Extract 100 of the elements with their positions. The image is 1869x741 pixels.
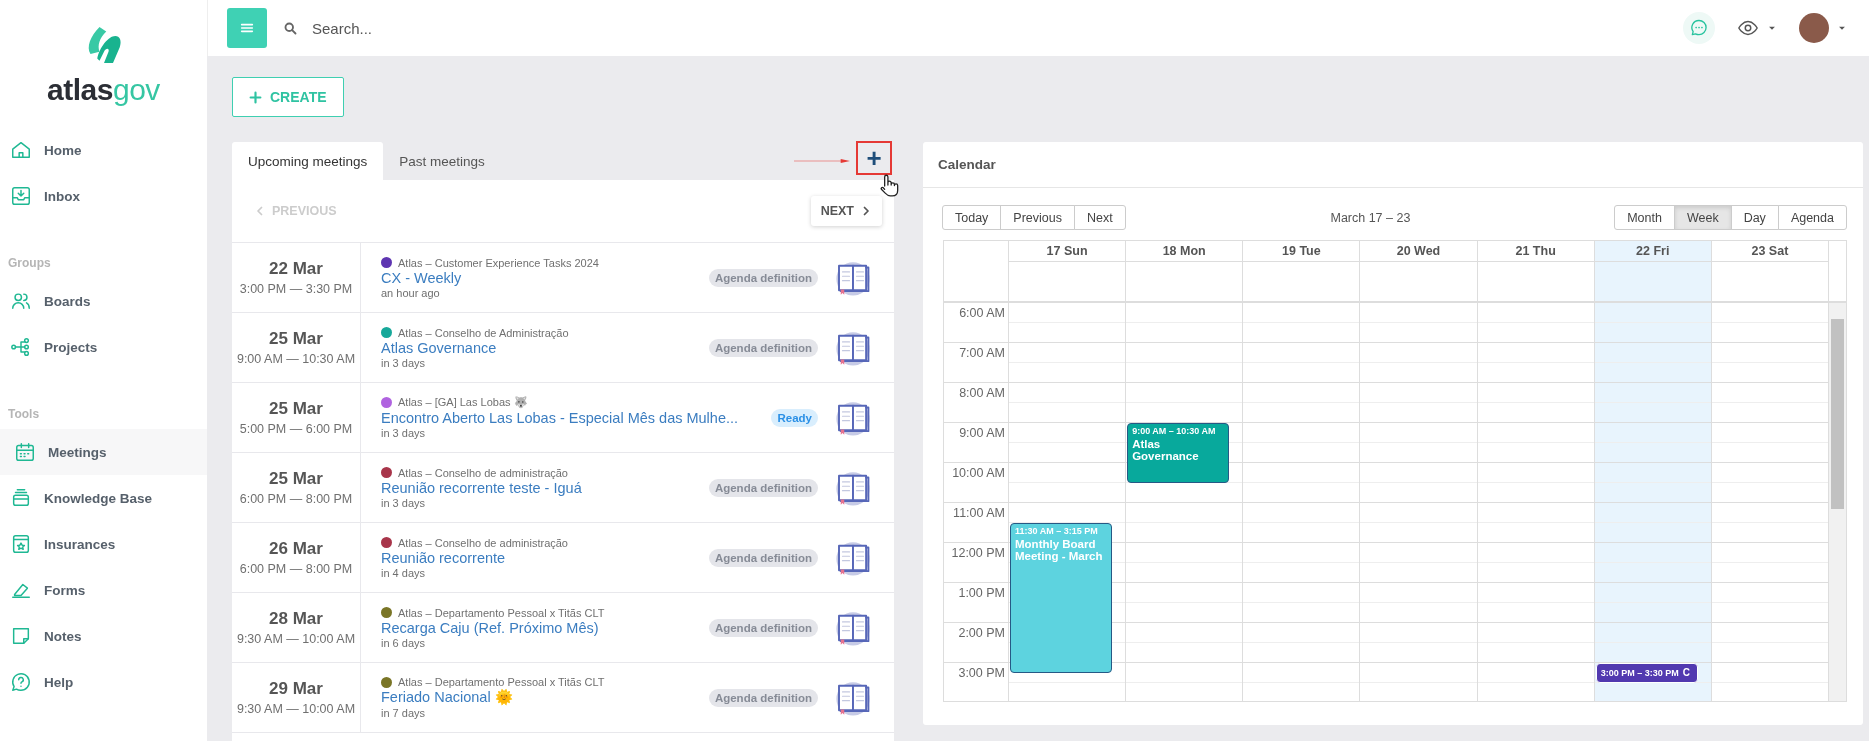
meeting-time: 5:00 PM — 6:00 PM bbox=[239, 422, 353, 436]
hour-label: 12:00 PM bbox=[951, 546, 1005, 560]
archive-icon bbox=[10, 487, 32, 509]
sidebar-item[interactable]: Help bbox=[0, 659, 207, 705]
status-badge: Ready bbox=[771, 408, 818, 427]
sidebar-item[interactable]: Knowledge Base bbox=[0, 475, 207, 521]
event-title: C bbox=[1682, 667, 1690, 679]
chat-icon bbox=[1689, 18, 1709, 38]
meeting-title-link[interactable]: Feriado Nacional 🌞 bbox=[381, 689, 709, 706]
day-column-header[interactable]: 22 Fri bbox=[1594, 241, 1712, 301]
group-name: Atlas – Departamento Pessoal x Titãs CLT bbox=[398, 606, 605, 619]
profile-button[interactable] bbox=[1799, 13, 1847, 43]
meeting-date: 26 Mar bbox=[269, 539, 323, 559]
sidebar-item[interactable]: Home bbox=[0, 127, 207, 173]
calendar-icon bbox=[14, 441, 36, 463]
status-badge: Agenda definition bbox=[708, 618, 818, 637]
hour-label: 6:00 AM bbox=[959, 306, 1005, 320]
day-column-header[interactable]: 19 Tue bbox=[1243, 241, 1361, 301]
sidebar-item[interactable]: Insurances bbox=[0, 521, 207, 567]
view-button[interactable]: Agenda bbox=[1777, 205, 1847, 230]
status-badge: Agenda definition bbox=[708, 268, 818, 287]
star-box-icon bbox=[10, 533, 32, 555]
meeting-title-link[interactable]: Recarga Caju (Ref. Próximo Mês) bbox=[381, 619, 709, 636]
relative-time: in 3 days bbox=[381, 496, 427, 509]
day-column-header[interactable]: 17 Sun bbox=[1009, 241, 1127, 301]
relative-time: in 3 days bbox=[381, 356, 427, 369]
day-column-header[interactable]: 23 Sat bbox=[1711, 241, 1829, 301]
meeting-time: 9:00 AM — 10:30 AM bbox=[236, 352, 356, 366]
meeting-title-link[interactable]: Atlas Governance bbox=[381, 339, 709, 356]
tab[interactable]: Upcoming meetings bbox=[232, 142, 384, 180]
event-time: 3:00 PM – 3:30 PM bbox=[1600, 668, 1679, 678]
hour-label: 2:00 PM bbox=[958, 626, 1005, 640]
meeting-time: 9:30 AM — 10:00 AM bbox=[236, 632, 356, 646]
event-time: 11:30 AM – 3:15 PM bbox=[1015, 526, 1099, 536]
event-time: 9:00 AM – 10:30 AM bbox=[1132, 426, 1217, 436]
group-name: Atlas – Conselho de administração bbox=[398, 466, 568, 479]
view-button[interactable]: Day bbox=[1730, 205, 1779, 230]
logo-text: atlasgov bbox=[47, 74, 160, 106]
card-title: Calendar bbox=[923, 142, 1863, 188]
meeting-date: 29 Mar bbox=[269, 679, 323, 699]
calendar-nav-button[interactable]: Today bbox=[942, 205, 1002, 230]
relative-time: in 6 days bbox=[381, 636, 427, 649]
group-name: Atlas – [GA] Las Lobas 🐺 bbox=[398, 396, 528, 409]
meeting-date: 25 Mar bbox=[269, 399, 323, 419]
meeting-date: 25 Mar bbox=[269, 329, 323, 349]
status-badge: Agenda definition bbox=[708, 688, 818, 707]
hour-label: 10:00 AM bbox=[952, 466, 1005, 480]
day-column-header[interactable]: 18 Mon bbox=[1126, 241, 1244, 301]
hour-label: 9:00 AM bbox=[959, 426, 1005, 440]
relative-time: in 4 days bbox=[381, 566, 427, 579]
event-title: Monthly Board Meeting - March bbox=[1015, 538, 1104, 562]
status-badge: Agenda definition bbox=[708, 478, 818, 497]
group-name: Atlas – Departamento Pessoal x Titãs CLT bbox=[398, 676, 605, 688]
group-name: Atlas – Customer Experience Tasks 2024 bbox=[398, 256, 599, 269]
hour-label: 7:00 AM bbox=[959, 346, 1005, 360]
date-range: March 17 – 23 bbox=[1330, 210, 1411, 225]
add-meeting-button[interactable]: + bbox=[856, 141, 892, 175]
calendar-nav-button[interactable]: Next bbox=[1074, 205, 1126, 230]
meeting-title-link[interactable]: Reunião recorrente teste - Iguá bbox=[381, 479, 709, 496]
people-icon bbox=[10, 290, 32, 312]
meeting-title-link[interactable]: CX - Weekly bbox=[381, 269, 709, 286]
avatar bbox=[1799, 13, 1829, 43]
meeting-time: 9:30 AM — 10:00 AM bbox=[236, 702, 356, 716]
meeting-title-link[interactable]: Reunião recorrente bbox=[381, 549, 709, 566]
event-title: Atlas Governance bbox=[1132, 438, 1200, 462]
meeting-title-link[interactable]: Encontro Aberto Las Lobas - Especial Mês das Mulhe... bbox=[381, 410, 772, 426]
meeting-time: 6:00 PM — 8:00 PM bbox=[239, 562, 353, 576]
meeting-date: 22 Mar bbox=[269, 259, 323, 279]
home-icon bbox=[10, 139, 32, 161]
hour-label: 3:00 PM bbox=[958, 666, 1005, 680]
relative-time: in 3 days bbox=[381, 427, 427, 439]
menu-button[interactable] bbox=[227, 8, 267, 48]
calendar-event[interactable]: 3:00 PM – 3:30 PM C bbox=[1595, 663, 1698, 683]
help-icon bbox=[10, 671, 32, 693]
day-column-header[interactable]: 21 Thu bbox=[1477, 241, 1595, 301]
meeting-time: 6:00 PM — 8:00 PM bbox=[239, 492, 353, 506]
next-button[interactable]: NEXT bbox=[810, 196, 882, 226]
hour-label: 1:00 PM bbox=[958, 586, 1005, 600]
section-label: Groups bbox=[7, 255, 52, 272]
meeting-time: 3:00 PM — 3:30 PM bbox=[239, 282, 353, 296]
sidebar-item[interactable]: Notes bbox=[0, 613, 207, 659]
hour-label: 8:00 AM bbox=[959, 386, 1005, 400]
relative-time: in 7 days bbox=[381, 707, 427, 719]
meeting-date: 28 Mar bbox=[269, 609, 323, 629]
status-badge: Agenda definition bbox=[708, 548, 818, 567]
view-button[interactable]: Week bbox=[1673, 205, 1732, 230]
inbox-icon bbox=[10, 185, 32, 207]
sidebar-item[interactable]: Projects bbox=[0, 324, 207, 370]
sidebar-item[interactable]: Inbox bbox=[0, 173, 207, 219]
sidebar-item[interactable]: Forms bbox=[0, 567, 207, 613]
calendar-nav-button[interactable]: Previous bbox=[1000, 205, 1075, 230]
view-button[interactable]: Month bbox=[1614, 205, 1675, 230]
group-name: Atlas – Conselho de administração bbox=[398, 536, 568, 549]
chat-button[interactable] bbox=[1683, 12, 1715, 44]
sidebar-item[interactable]: Meetings bbox=[0, 429, 207, 475]
note-icon bbox=[10, 625, 32, 647]
group-name: Atlas – Conselho de Administração bbox=[398, 326, 569, 339]
day-column-header[interactable]: 20 Wed bbox=[1360, 241, 1478, 301]
sidebar-item[interactable]: Boards bbox=[0, 278, 207, 324]
tab[interactable]: Past meetings bbox=[383, 142, 501, 180]
